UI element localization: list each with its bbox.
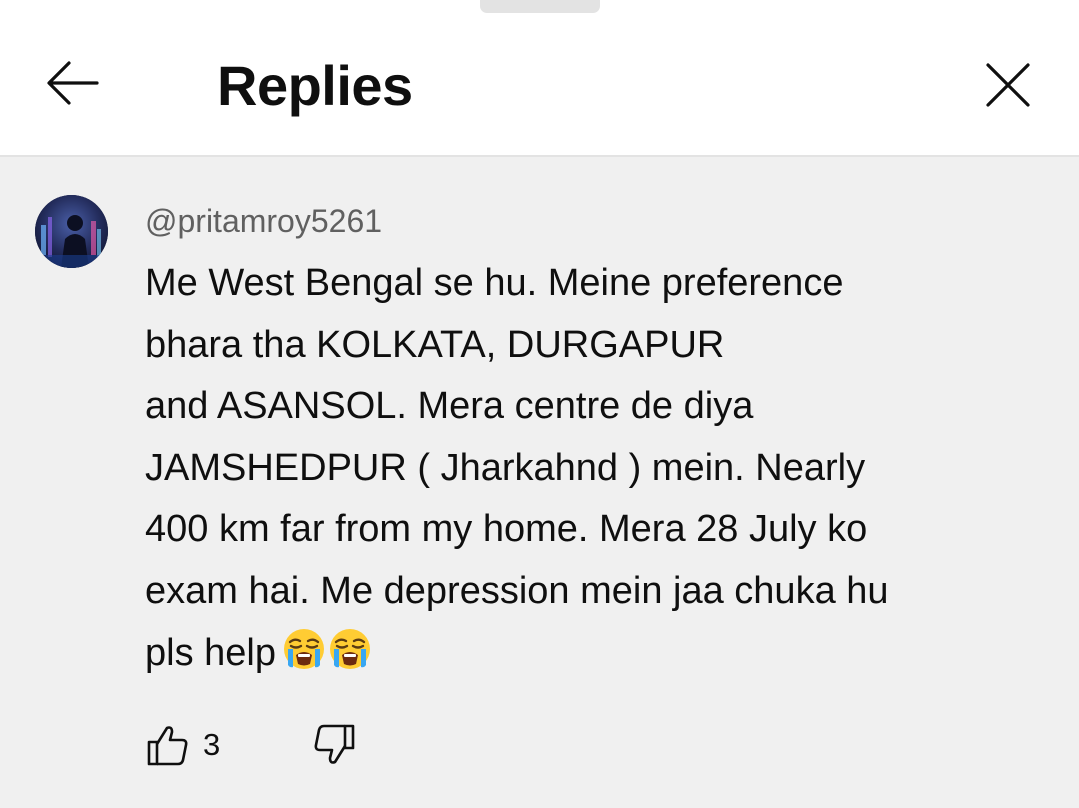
comment-thread: @pritamroy5261 Me West Bengal se hu. Mei… [0, 157, 1079, 808]
loudly-crying-face-icon [282, 627, 326, 691]
comment-actions: 3 [145, 723, 545, 771]
comment-line: pls help [145, 631, 276, 674]
thumbs-up-icon [147, 726, 188, 766]
drag-handle[interactable] [480, 0, 600, 13]
comment-author[interactable]: @pritamroy5261 [145, 201, 382, 241]
back-button[interactable] [30, 45, 116, 121]
avatar[interactable] [35, 195, 108, 268]
comment-text: Me West Bengal se hu. Meine preference b… [145, 253, 1035, 690]
arrow-left-icon [47, 61, 99, 105]
comment-line-last: pls help [145, 623, 1035, 691]
close-button[interactable] [966, 45, 1050, 125]
thumbs-down-icon [314, 724, 355, 764]
page-title: Replies [217, 54, 413, 117]
replies-header: Replies [0, 0, 1079, 157]
comment-line: 400 km far from my home. Mera 28 July ko [145, 508, 868, 551]
comment-line: exam hai. Me depression mein jaa chuka h… [145, 569, 889, 612]
dislike-button[interactable] [313, 723, 357, 767]
comment-line: JAMSHEDPUR ( Jharkahnd ) mein. Nearly [145, 446, 866, 489]
like-button[interactable]: 3 [145, 723, 220, 767]
comment-line: and ASANSOL. Mera centre de diya [145, 385, 754, 428]
loudly-crying-face-icon [328, 627, 372, 691]
replies-sheet: Replies @pritamroy5261 Me West Bengal se… [0, 0, 1079, 808]
comment-line: bhara tha KOLKATA, DURGAPUR [145, 323, 725, 366]
comment-line: Me West Bengal se hu. Meine preference [145, 262, 844, 304]
close-icon [986, 63, 1030, 107]
like-count: 3 [203, 727, 221, 762]
